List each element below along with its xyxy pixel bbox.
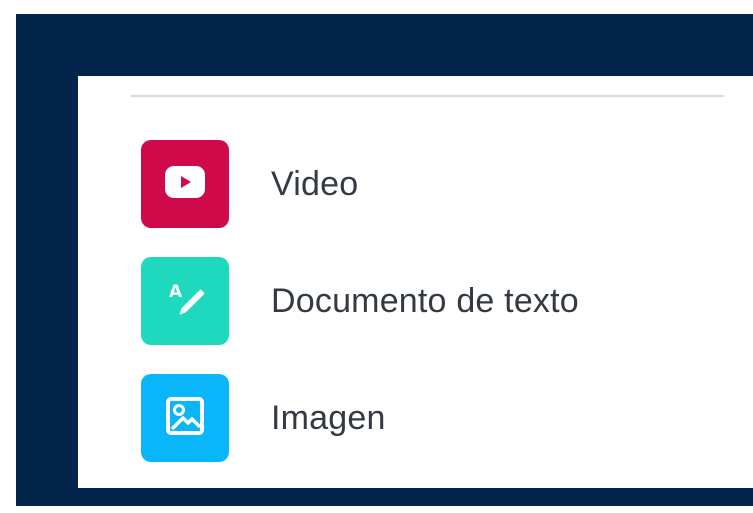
video-play-icon: [164, 165, 206, 204]
menu-item-label: Imagen: [271, 398, 386, 437]
menu-item-image[interactable]: Imagen: [141, 374, 741, 462]
screenshot-canvas: Video A Documento de texto Imagen: [0, 0, 753, 513]
menu-panel: Video A Documento de texto Imagen: [78, 76, 753, 488]
menu-item-text-document[interactable]: A Documento de texto: [141, 257, 741, 345]
text-document-icon-tile: A: [141, 257, 229, 345]
image-icon: [164, 395, 206, 442]
menu-item-label: Documento de texto: [271, 281, 579, 320]
dark-frame: Video A Documento de texto Imagen: [16, 14, 753, 506]
menu-item-video[interactable]: Video: [141, 140, 741, 228]
video-icon-tile: [141, 140, 229, 228]
menu-divider: [131, 95, 724, 97]
text-document-pen-icon: A: [163, 277, 207, 326]
menu-item-label: Video: [271, 164, 359, 203]
svg-text:A: A: [169, 282, 183, 302]
image-icon-tile: [141, 374, 229, 462]
